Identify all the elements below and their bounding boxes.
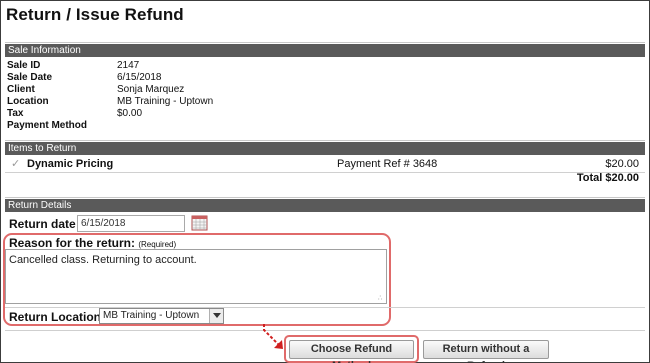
divider [5,330,645,331]
info-label: Client [7,84,35,95]
info-label: Tax [7,108,24,119]
return-location-select[interactable]: MB Training - Uptown [99,308,224,324]
info-value: $0.00 [117,108,143,119]
item-row: ✓ Dynamic Pricing Payment Ref # 3648 $20… [5,157,645,173]
items-total: Total $20.00 [576,172,639,184]
info-value: 2147 [117,60,140,71]
page-title: Return / Issue Refund [6,5,184,24]
info-label: Location [7,96,49,107]
info-label: Payment Method [7,120,88,131]
divider [5,197,645,198]
info-value: Sonja Marquez [117,84,185,95]
return-without-refund-button[interactable]: Return without a Refund [423,340,549,363]
resize-grip-icon[interactable]: ∴ [378,295,385,302]
choose-refund-method-button[interactable]: Choose Refund Method [289,340,414,363]
reason-label-text: Reason for the return: [9,236,136,250]
section-header-sale-info: Sale Information [5,44,645,57]
info-label: Sale ID [7,60,41,71]
reason-label: Reason for the return: (Required) [9,236,176,250]
divider [5,42,645,43]
info-value: MB Training - Uptown [117,96,214,107]
return-location-label: Return Location: [9,310,105,324]
reason-textarea[interactable]: Cancelled class. Returning to account. [5,249,387,304]
return-date-label: Return date [9,217,76,231]
section-header-items: Items to Return [5,142,645,155]
return-date-input[interactable]: 6/15/2018 [77,215,185,232]
item-price: $20.00 [605,158,639,170]
info-value: 6/15/2018 [117,72,162,83]
chevron-down-icon[interactable] [209,309,223,323]
check-icon[interactable]: ✓ [11,159,21,170]
item-name: Dynamic Pricing [27,158,114,170]
info-label: Sale Date [7,72,53,83]
divider [5,140,645,141]
return-location-value: MB Training - Uptown [103,310,200,321]
calendar-icon[interactable] [191,214,208,231]
item-payment-ref: Payment Ref # 3648 [337,158,438,170]
section-header-return-details: Return Details [5,199,645,212]
required-note: (Required) [138,240,177,249]
